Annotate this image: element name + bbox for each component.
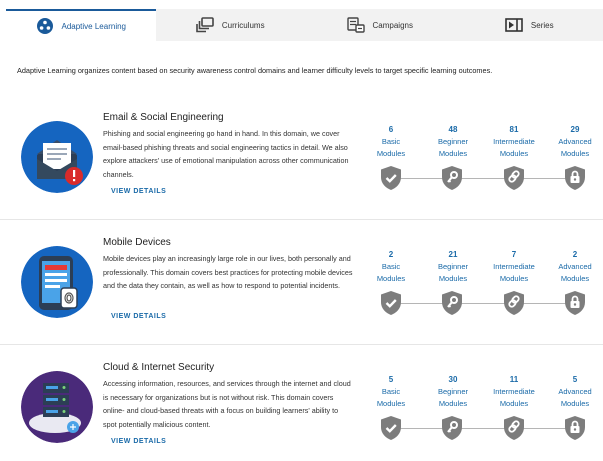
basic-shield-icon [381, 291, 401, 315]
domain-description: Accessing information, resources, and se… [103, 379, 351, 429]
tab-label: Adaptive Learning [61, 21, 127, 31]
stat-count: 30 [448, 375, 458, 384]
stat-level: Intermediate [493, 262, 535, 271]
beginner-shield-icon [442, 291, 462, 315]
intermediate-shield-icon [504, 166, 524, 190]
stat-intermediate: 7 Intermediate Modules [484, 249, 544, 285]
tab-adaptive-learning[interactable]: Adaptive Learning [6, 9, 156, 41]
tab-curriculums[interactable]: Curriculums [155, 9, 305, 41]
badge-connector [390, 303, 580, 304]
tab-label: Campaigns [372, 20, 413, 30]
stat-unit: Modules [499, 399, 529, 408]
stat-count: 6 [388, 125, 394, 134]
stat-advanced: 2 Advanced Modules [545, 249, 603, 285]
stat-count: 11 [509, 375, 519, 384]
stat-unit: Modules [499, 149, 529, 158]
stat-level: Beginner [437, 262, 469, 271]
stat-count: 48 [448, 125, 458, 134]
stat-unit: Modules [376, 149, 406, 158]
badge-connector [390, 178, 580, 179]
badge-connector [390, 428, 580, 429]
advanced-shield-icon [565, 416, 585, 440]
tab-series[interactable]: Series [454, 9, 603, 41]
domain-title: Mobile Devices [103, 237, 171, 248]
stat-unit: Modules [438, 399, 468, 408]
stat-unit: Modules [499, 274, 529, 283]
stat-unit: Modules [376, 399, 406, 408]
level-badges [380, 165, 590, 191]
stat-level: Basic [381, 387, 401, 396]
basic-shield-icon [381, 166, 401, 190]
mobile-devices-illustration [21, 246, 93, 318]
view-details-link[interactable]: VIEW DETAILS [111, 313, 166, 320]
stat-count: 81 [509, 125, 519, 134]
tab-campaigns[interactable]: Campaigns [305, 9, 455, 41]
stat-unit: Modules [560, 149, 590, 158]
stat-count: 21 [448, 250, 458, 259]
intro-text: Adaptive Learning organizes content base… [17, 66, 493, 75]
stat-intermediate: 81 Intermediate Modules [484, 124, 544, 160]
series-icon [505, 17, 523, 33]
stat-unit: Modules [438, 274, 468, 283]
tab-label: Series [530, 20, 554, 30]
stat-count: 2 [388, 250, 394, 259]
stat-level: Beginner [437, 387, 469, 396]
stat-level: Basic [381, 262, 401, 271]
stat-count: 29 [570, 125, 580, 134]
stat-level: Advanced [558, 387, 592, 396]
stat-unit: Modules [560, 399, 590, 408]
advanced-shield-icon [565, 166, 585, 190]
stat-level: Intermediate [493, 387, 535, 396]
stat-basic: 2 Basic Modules [361, 249, 421, 285]
stat-beginner: 30 Beginner Modules [423, 374, 483, 410]
stat-level: Intermediate [493, 137, 535, 146]
stat-level: Advanced [558, 262, 592, 271]
stat-count: 5 [572, 375, 578, 384]
beginner-shield-icon [442, 166, 462, 190]
domain-mobile-devices: Mobile Devices Mobile devices play an in… [0, 220, 603, 345]
stat-beginner: 21 Beginner Modules [423, 249, 483, 285]
stat-basic: 5 Basic Modules [361, 374, 421, 410]
cloud-security-illustration [21, 371, 93, 443]
view-details-link[interactable]: VIEW DETAILS [111, 188, 166, 195]
stat-unit: Modules [376, 274, 406, 283]
stat-intermediate: 11 Intermediate Modules [484, 374, 544, 410]
stat-unit: Modules [560, 274, 590, 283]
stat-advanced: 5 Advanced Modules [545, 374, 603, 410]
advanced-shield-icon [565, 291, 585, 315]
domain-cloud-internet-security: Cloud & Internet Security Accessing info… [0, 345, 603, 461]
campaigns-icon [346, 17, 365, 33]
stat-advanced: 29 Advanced Modules [545, 124, 603, 160]
domain-email-social-engineering: Email & Social Engineering Phishing and … [0, 95, 603, 220]
email-security-illustration [21, 121, 93, 193]
stat-count: 5 [388, 375, 394, 384]
stat-unit: Modules [438, 149, 468, 158]
tab-bar: Adaptive Learning Curriculums Campaigns … [6, 9, 603, 41]
domain-title: Email & Social Engineering [103, 112, 224, 123]
stat-basic: 6 Basic Modules [361, 124, 421, 160]
intermediate-shield-icon [504, 416, 524, 440]
domain-title: Cloud & Internet Security [103, 362, 215, 373]
domain-description: Phishing and social engineering go hand … [103, 129, 349, 179]
level-badges [380, 415, 590, 441]
stat-level: Advanced [558, 137, 592, 146]
stat-count: 7 [511, 250, 517, 259]
domain-description: Mobile devices play an increasingly larg… [103, 254, 353, 290]
stat-count: 2 [572, 250, 578, 259]
beginner-shield-icon [442, 416, 462, 440]
intermediate-shield-icon [504, 291, 524, 315]
adaptive-learning-icon [36, 18, 54, 34]
stat-beginner: 48 Beginner Modules [423, 124, 483, 160]
stat-level: Basic [381, 137, 401, 146]
tab-label: Curriculums [221, 20, 265, 30]
stat-level: Beginner [437, 137, 469, 146]
curriculums-icon [196, 17, 214, 33]
view-details-link[interactable]: VIEW DETAILS [111, 438, 166, 445]
basic-shield-icon [381, 416, 401, 440]
level-badges [380, 290, 590, 316]
